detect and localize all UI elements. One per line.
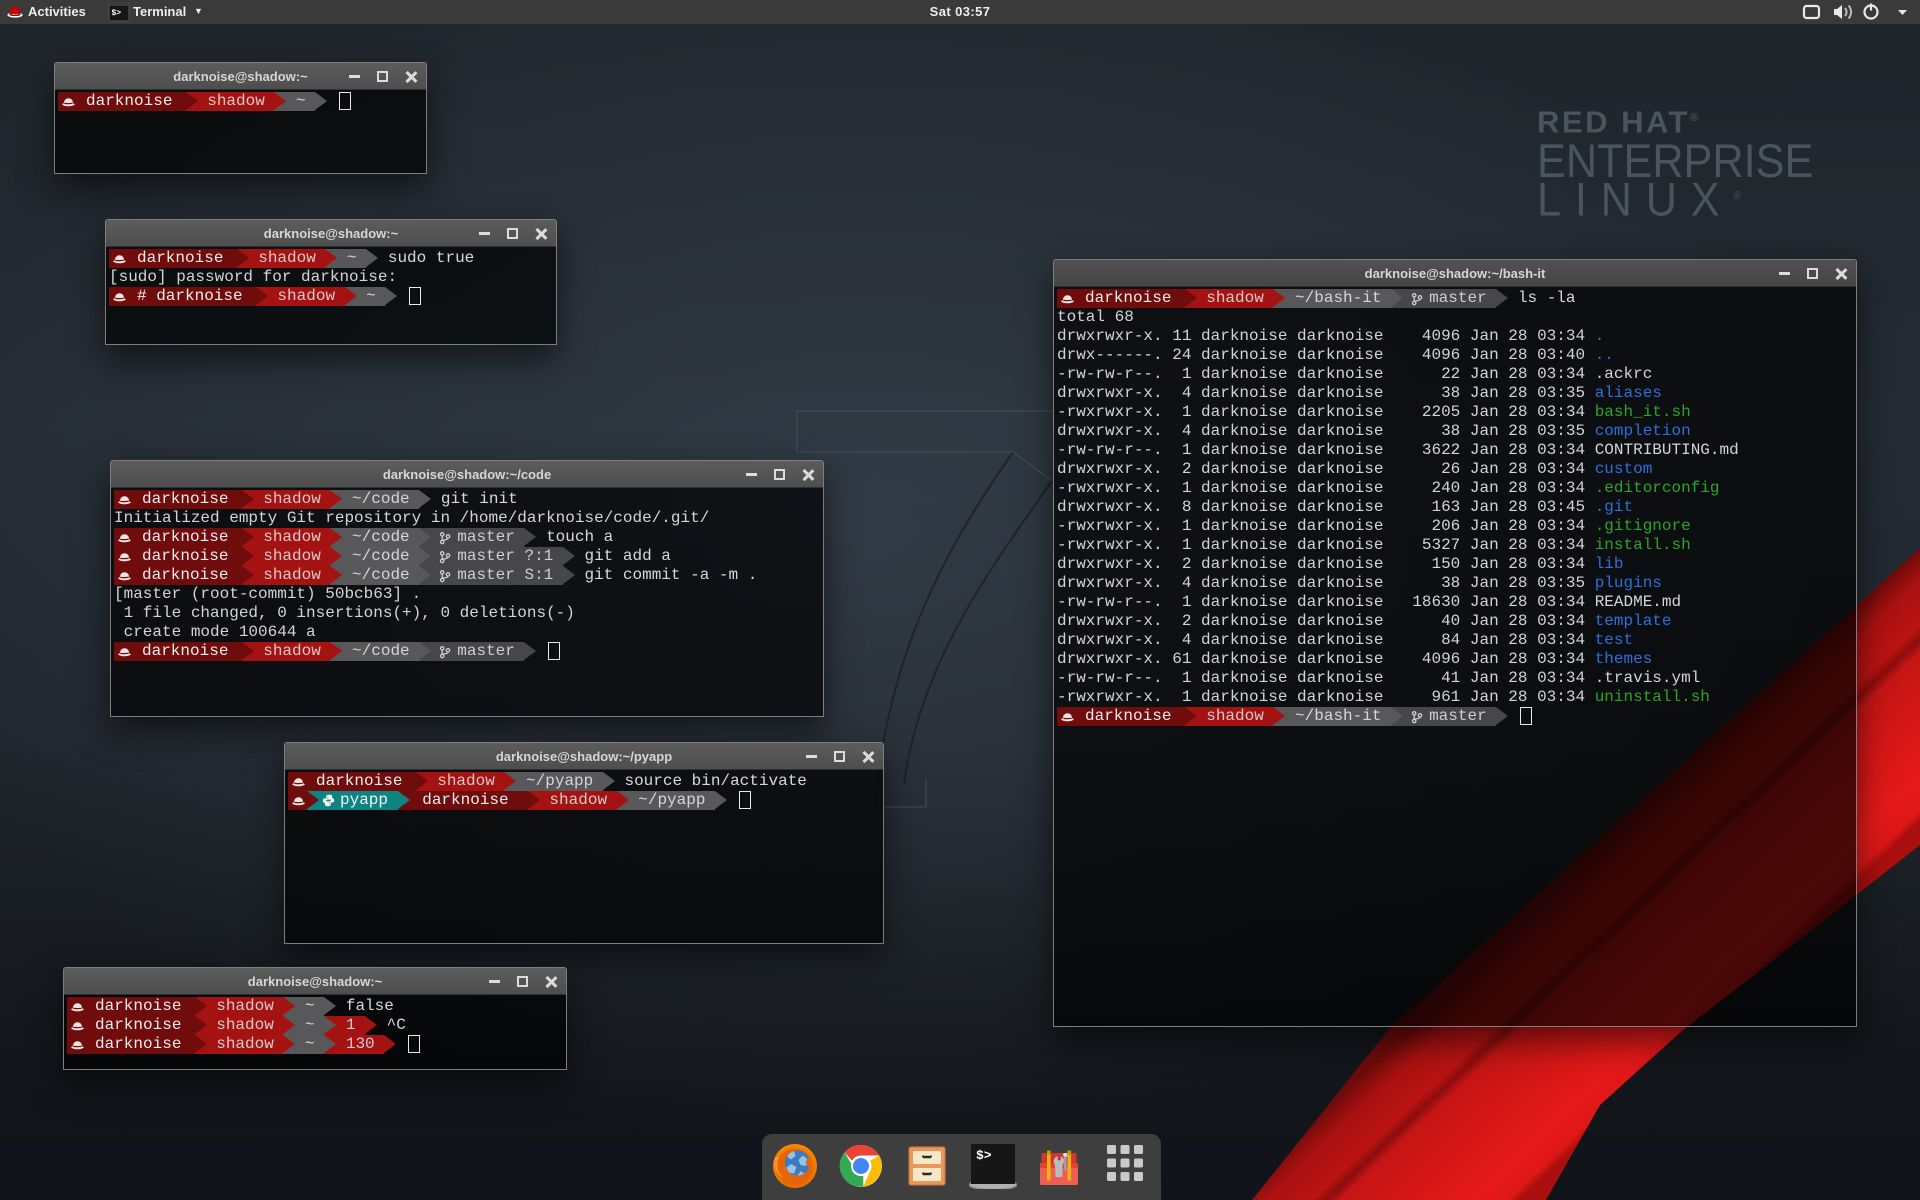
svg-text:$>: $> (976, 1148, 992, 1163)
